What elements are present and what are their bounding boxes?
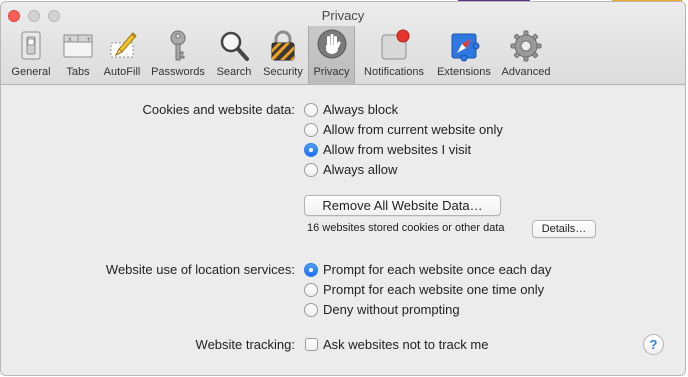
tab-general[interactable]: General (5, 26, 57, 84)
details-button[interactable]: Details… (532, 220, 596, 238)
tab-privacy[interactable]: Privacy (308, 26, 355, 84)
remove-all-website-data-button[interactable]: Remove All Website Data… (304, 195, 501, 216)
tab-extensions[interactable]: Extensions (433, 26, 495, 84)
general-switch-icon (14, 29, 48, 63)
tab-search-label: Search (216, 66, 252, 78)
preferences-window: Privacy General x + Tabs AutoFill Passwo… (1, 2, 685, 375)
key-icon (161, 29, 195, 63)
compass-puzzle-icon (447, 29, 481, 63)
gear-icon (509, 29, 543, 63)
hand-icon (315, 29, 349, 63)
tab-autofill[interactable]: AutoFill (99, 26, 145, 84)
tab-privacy-label: Privacy (313, 66, 350, 78)
tab-security-label: Security (263, 66, 303, 78)
location-option-one-time-only-radio[interactable] (304, 283, 318, 297)
tab-notifications-label: Notifications (364, 66, 424, 78)
location-option-deny-radio[interactable] (304, 303, 318, 317)
cookies-option-websites-visited-label[interactable]: Allow from websites I visit (323, 142, 471, 157)
location-option-deny-label[interactable]: Deny without prompting (323, 302, 460, 317)
tab-passwords-label: Passwords (151, 66, 205, 78)
help-button[interactable]: ? (643, 334, 664, 355)
magnifier-icon (217, 29, 251, 63)
do-not-track-checkbox[interactable] (305, 338, 318, 351)
cookies-option-current-website-label[interactable]: Allow from current website only (323, 122, 503, 137)
tab-advanced[interactable]: Advanced (496, 26, 556, 84)
cookies-option-current-website-radio[interactable] (304, 123, 318, 137)
tab-security[interactable]: Security (259, 26, 307, 84)
do-not-track-label[interactable]: Ask websites not to track me (323, 337, 488, 352)
website-tracking-label: Website tracking: (195, 337, 295, 352)
tab-extensions-label: Extensions (437, 66, 491, 78)
autofill-pencil-icon (105, 29, 139, 63)
tab-autofill-label: AutoFill (103, 66, 141, 78)
tab-notifications[interactable]: Notifications (357, 26, 431, 84)
tab-general-label: General (11, 66, 51, 78)
preferences-toolbar: General x + Tabs AutoFill Passwords Sear… (1, 26, 685, 84)
tabs-window-icon: x + (61, 29, 95, 63)
cookies-option-always-allow-label[interactable]: Always allow (323, 162, 397, 177)
tab-search[interactable]: Search (211, 26, 257, 84)
tab-passwords[interactable]: Passwords (147, 26, 209, 84)
notification-badge-icon (377, 29, 411, 63)
lock-icon (266, 29, 300, 63)
cookies-option-websites-visited-radio[interactable] (304, 143, 318, 157)
svg-text:+: + (86, 36, 91, 43)
window-title: Privacy (321, 8, 365, 23)
location-option-once-each-day-label[interactable]: Prompt for each website once each day (323, 262, 551, 277)
tab-tabs-label: Tabs (66, 66, 90, 78)
stored-websites-count-text: 16 websites stored cookies or other data (307, 222, 505, 234)
location-option-one-time-only-label[interactable]: Prompt for each website one time only (323, 282, 544, 297)
svg-text:x: x (68, 36, 72, 43)
cookies-option-always-block-label[interactable]: Always block (323, 102, 398, 117)
cookies-option-always-block-radio[interactable] (304, 103, 318, 117)
cookies-option-always-allow-radio[interactable] (304, 163, 318, 177)
titlebar: Privacy General x + Tabs AutoFill Passwo… (1, 2, 685, 85)
tab-tabs[interactable]: x + Tabs (59, 26, 97, 84)
privacy-pane: Cookies and website data: Always block A… (1, 85, 685, 375)
location-services-label: Website use of location services: (105, 262, 295, 277)
cookies-label: Cookies and website data: (142, 102, 295, 117)
tab-advanced-label: Advanced (501, 66, 551, 78)
location-option-once-each-day-radio[interactable] (304, 263, 318, 277)
